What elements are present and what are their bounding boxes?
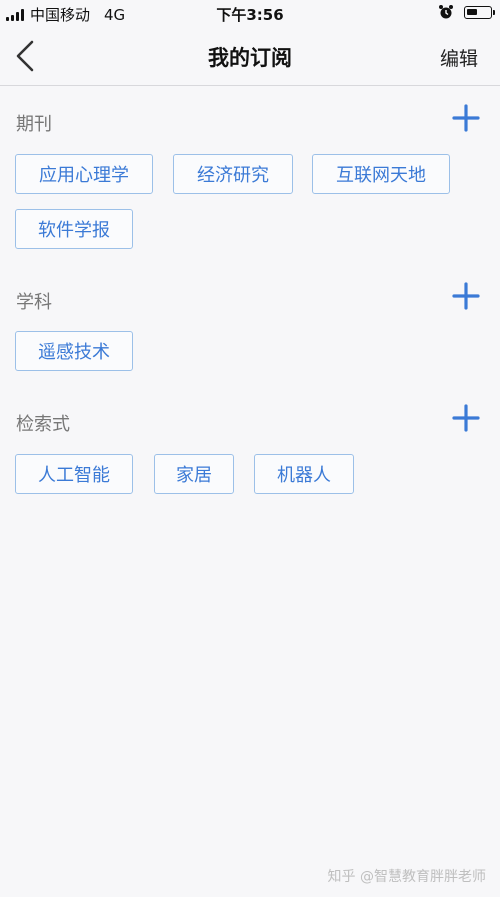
- navigation-bar: 我的订阅 编辑: [0, 26, 500, 86]
- add-journal-button[interactable]: [452, 104, 480, 132]
- edit-button[interactable]: 编辑: [440, 44, 478, 71]
- section-title-queries: 检索式: [16, 414, 70, 435]
- section-subjects-header: 学科: [0, 280, 500, 316]
- tag-query[interactable]: 家居: [154, 454, 234, 494]
- section-journals-header: 期刊: [0, 102, 500, 138]
- plus-icon: [452, 282, 480, 310]
- page-title: 我的订阅: [208, 46, 292, 70]
- plus-icon: [452, 404, 480, 432]
- alarm-icon: [439, 5, 453, 19]
- tag-subject[interactable]: 遥感技术: [15, 331, 133, 371]
- tag-query[interactable]: 机器人: [254, 454, 354, 494]
- status-right: [438, 4, 495, 20]
- section-title-subjects: 学科: [16, 292, 52, 313]
- tag-journal[interactable]: 经济研究: [173, 154, 293, 194]
- section-queries-header: 检索式: [0, 402, 500, 438]
- battery-icon: [464, 5, 495, 19]
- add-subject-button[interactable]: [452, 282, 480, 310]
- watermark-text: 知乎 @智慧教育胖胖老师: [327, 869, 486, 885]
- section-title-journals: 期刊: [16, 114, 52, 135]
- tag-journal[interactable]: 应用心理学: [15, 154, 153, 194]
- plus-icon: [452, 104, 480, 132]
- tag-journal[interactable]: 互联网天地: [312, 154, 450, 194]
- status-bar: 中国移动 4G 下午3:56: [0, 0, 500, 26]
- add-query-button[interactable]: [452, 404, 480, 432]
- tag-query[interactable]: 人工智能: [15, 454, 133, 494]
- chevron-left-icon: [16, 40, 34, 72]
- tag-journal[interactable]: 软件学报: [15, 209, 133, 249]
- clock-label: 下午3:56: [216, 6, 284, 24]
- back-button[interactable]: [10, 38, 46, 74]
